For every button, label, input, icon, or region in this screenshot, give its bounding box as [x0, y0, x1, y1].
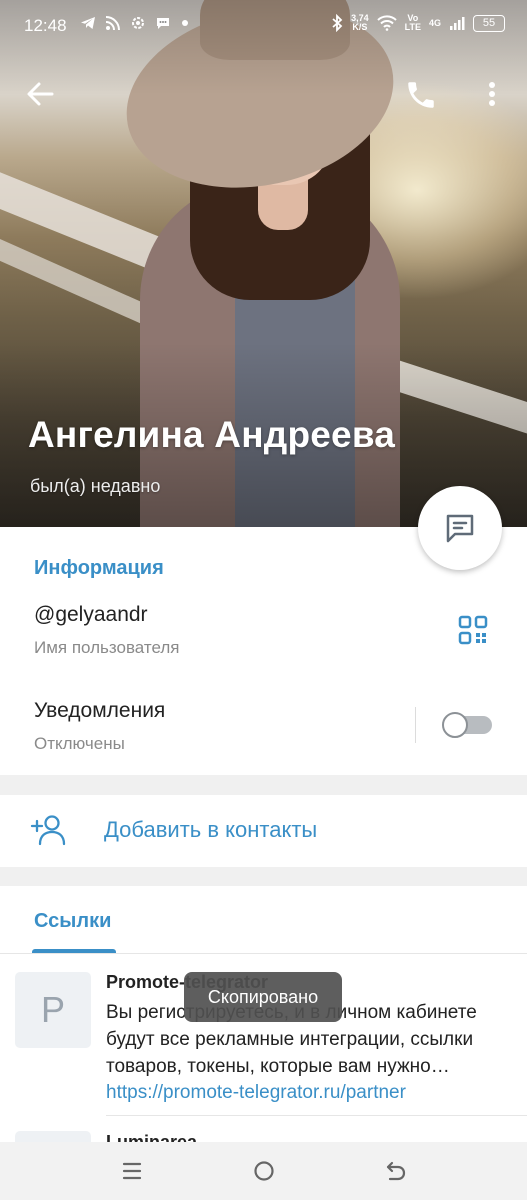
link-thumbnail[interactable]	[15, 1131, 91, 1142]
info-section-title: Информация	[34, 557, 164, 579]
gear-icon	[132, 17, 144, 29]
wifi-icon	[376, 15, 397, 31]
link-thumbnail[interactable]: P	[15, 972, 91, 1048]
send-message-button[interactable]	[418, 486, 502, 570]
signal-icon	[450, 17, 465, 30]
username-value[interactable]: @gelyaandr	[34, 603, 148, 627]
notifications-label[interactable]: Уведомления	[34, 699, 165, 723]
call-button[interactable]	[404, 78, 438, 112]
qr-code-icon	[458, 615, 488, 645]
chat-bubble-icon	[157, 18, 169, 29]
divider	[0, 953, 527, 954]
tab-links[interactable]: Ссылки	[34, 910, 111, 933]
notifications-status: Отключены	[34, 734, 125, 753]
battery-icon: 55	[473, 14, 505, 32]
status-time: 12:48	[24, 16, 67, 35]
add-contact-button[interactable]: Добавить в контакты	[0, 795, 527, 867]
add-person-icon	[30, 815, 66, 846]
notification-icons	[80, 15, 190, 31]
message-icon	[446, 514, 474, 543]
volte-bottom: LTE	[404, 22, 421, 32]
qr-code-button[interactable]	[458, 615, 488, 645]
link-title[interactable]: Luminarea	[106, 1132, 197, 1142]
last-seen-status: был(а) недавно	[30, 476, 161, 496]
home-icon	[254, 1161, 274, 1181]
more-options-button[interactable]	[480, 78, 504, 112]
broadcast-icon	[105, 16, 120, 31]
menu-icon	[122, 1162, 142, 1180]
back-icon	[386, 1161, 406, 1181]
net-speed: 3,74 K/S	[351, 14, 369, 32]
back-arrow-icon	[27, 82, 54, 106]
back-nav-button[interactable]	[384, 1159, 408, 1183]
bluetooth-icon	[332, 14, 343, 32]
username-caption: Имя пользователя	[34, 638, 180, 657]
link-url[interactable]: https://promote-telegrator.ru/partner	[106, 1082, 406, 1104]
notifications-toggle[interactable]	[442, 712, 492, 738]
phone-icon	[408, 82, 434, 108]
recents-button[interactable]	[120, 1159, 144, 1183]
add-contact-label: Добавить в контакты	[104, 817, 318, 842]
home-button[interactable]	[252, 1159, 276, 1183]
copied-toast: Скопировано	[184, 972, 342, 1022]
volte-indicator: Vo LTE	[405, 14, 421, 32]
divider	[106, 1115, 527, 1116]
network-label: 4G	[428, 17, 441, 28]
toggle-knob	[442, 712, 468, 738]
system-nav-bar	[0, 1142, 527, 1200]
net-speed-unit: K/S	[352, 22, 368, 32]
profile-name: Ангелина Андреева	[28, 414, 396, 455]
more-vert-icon	[489, 82, 495, 106]
status-bar: 12:48 3,74 K/S Vo LTE 4G 55	[0, 0, 527, 52]
telegram-icon	[81, 17, 95, 29]
dot-icon	[182, 20, 188, 26]
divider	[415, 707, 416, 743]
status-right: 3,74 K/S Vo LTE 4G 55	[331, 14, 505, 32]
back-button[interactable]	[24, 78, 56, 110]
network-type: 4G	[428, 17, 441, 28]
